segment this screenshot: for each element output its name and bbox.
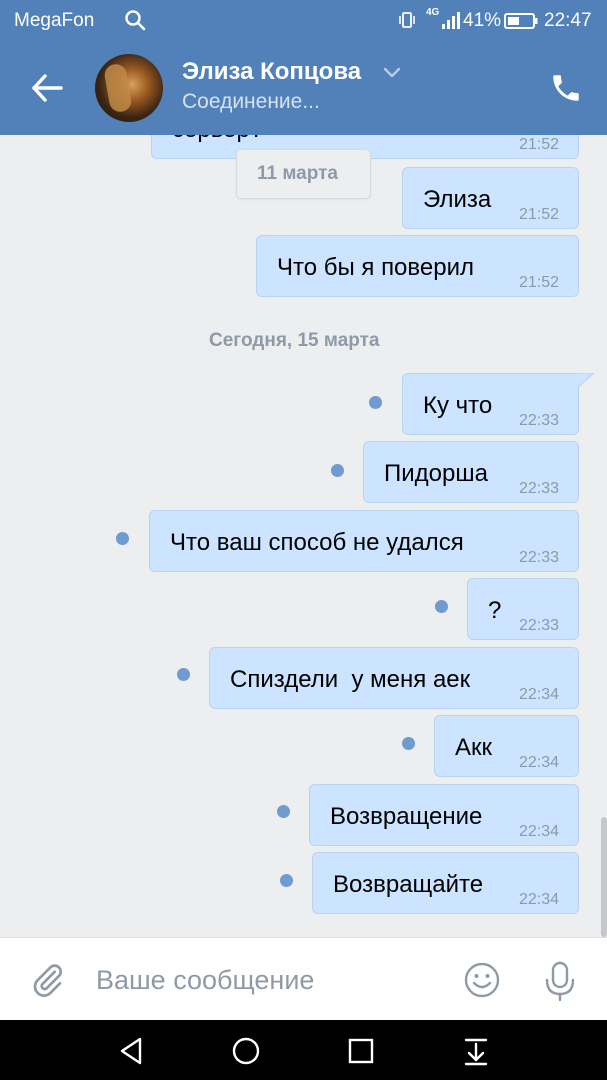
- message-time: 22:34: [518, 754, 559, 771]
- nav-back-icon[interactable]: [116, 1035, 148, 1067]
- message-time: 22:33: [518, 412, 559, 429]
- message-text: Пидорша: [384, 460, 488, 487]
- battery-percent: 41%: [463, 10, 502, 31]
- message-text: Возвращение: [330, 803, 483, 830]
- battery-icon: [504, 13, 538, 29]
- unread-indicator: [116, 532, 129, 545]
- message-bubble[interactable]: Спиздели у меня аек 22:34: [209, 647, 579, 709]
- message-bubble[interactable]: Акк 22:34: [434, 715, 579, 777]
- message-time: 22:33: [518, 617, 559, 634]
- message-bubble[interactable]: Возвращайте 22:34: [312, 852, 579, 914]
- message-text: Что ваш способ не удался: [170, 529, 464, 556]
- floating-date-label: 11 марта: [257, 163, 338, 184]
- network-type: 4G: [426, 7, 440, 18]
- message-text: Спиздели у меня аек: [230, 666, 471, 693]
- message-time: 21:52: [518, 274, 559, 291]
- phone-icon[interactable]: [549, 71, 583, 105]
- chevron-down-icon[interactable]: [382, 66, 402, 80]
- message-time: 22:34: [518, 686, 559, 703]
- message-time: 22:33: [518, 549, 559, 566]
- signal-icon: [442, 12, 460, 29]
- status-time: 22:47: [544, 10, 592, 31]
- unread-indicator: [331, 464, 344, 477]
- unread-indicator: [177, 668, 190, 681]
- message-list[interactable]: сервер? 21:52 11 марта Элиза 21:52 Что б…: [0, 135, 607, 937]
- message-text: ?: [488, 597, 502, 624]
- connection-status: Соединение...: [182, 90, 320, 113]
- smiley-icon[interactable]: [463, 961, 501, 999]
- date-separator: Сегодня, 15 марта: [209, 330, 380, 351]
- message-bubble[interactable]: Что ваш способ не удался 22:33: [149, 510, 579, 572]
- unread-indicator: [369, 396, 382, 409]
- message-input[interactable]: [96, 958, 446, 1002]
- vibrate-icon: [399, 12, 415, 28]
- contact-name[interactable]: Элиза Копцова: [182, 58, 361, 86]
- bubble-tail: [577, 373, 595, 389]
- message-time: 22:33: [518, 480, 559, 497]
- notification-pull-icon[interactable]: [459, 1034, 493, 1068]
- message-bubble[interactable]: ? 22:33: [467, 578, 579, 640]
- message-text: сервер?: [172, 135, 263, 144]
- message-time: 22:34: [518, 891, 559, 908]
- unread-indicator: [280, 874, 293, 887]
- carrier-name: MegaFon: [14, 10, 95, 31]
- message-bubble[interactable]: Возвращение 22:34: [309, 784, 579, 846]
- app-header: MegaFon 4G 41% 22:47 Элиза Копцова Соеди…: [0, 0, 607, 135]
- system-navigation-bar: [0, 1020, 607, 1080]
- message-time: 21:52: [518, 136, 559, 153]
- message-text: Возвращайте: [333, 871, 484, 898]
- message-bubble[interactable]: Элиза 21:52: [402, 167, 579, 229]
- microphone-icon[interactable]: [541, 960, 579, 1002]
- search-icon: [125, 10, 146, 31]
- arrow-left-icon[interactable]: [30, 72, 64, 104]
- paperclip-icon[interactable]: [30, 962, 66, 998]
- message-text: Элиза: [423, 186, 492, 213]
- nav-home-icon[interactable]: [230, 1035, 262, 1067]
- message-bubble[interactable]: Пидорша 22:33: [363, 441, 579, 503]
- unread-indicator: [277, 805, 290, 818]
- nav-recents-icon[interactable]: [345, 1035, 377, 1067]
- composer-bar: [0, 937, 607, 1021]
- status-bar: MegaFon 4G 41% 22:47: [0, 0, 607, 40]
- message-time: 21:52: [518, 206, 559, 223]
- message-bubble[interactable]: Ку что 22:33: [402, 373, 579, 435]
- message-time: 22:34: [518, 823, 559, 840]
- message-text: Что бы я поверил: [277, 254, 474, 281]
- message-text: Ку что: [423, 392, 493, 419]
- message-bubble[interactable]: Что бы я поверил 21:52: [256, 235, 579, 297]
- scrollbar[interactable]: [601, 817, 607, 937]
- message-text: Акк: [455, 734, 493, 761]
- contact-avatar[interactable]: [95, 54, 163, 122]
- unread-indicator: [435, 600, 448, 613]
- floating-date: 11 марта: [236, 149, 371, 199]
- unread-indicator: [402, 737, 415, 750]
